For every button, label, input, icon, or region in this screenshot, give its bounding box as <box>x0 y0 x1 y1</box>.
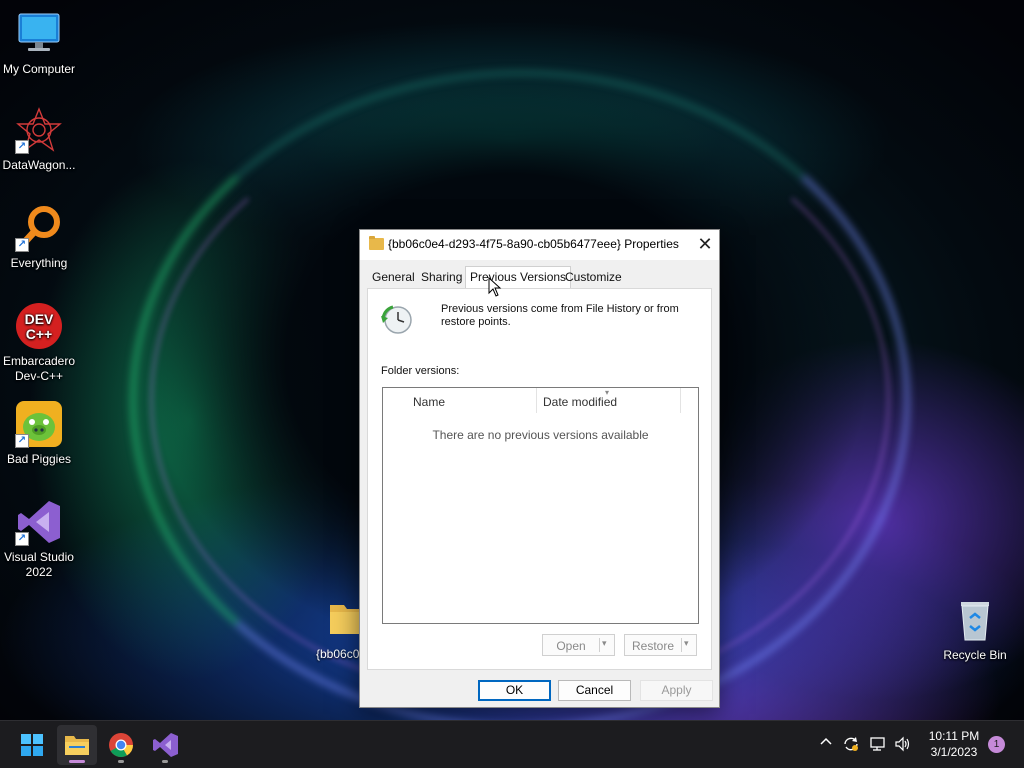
datawagon-icon: ↗ <box>15 106 63 154</box>
shortcut-arrow-icon: ↗ <box>15 434 29 448</box>
desktop-icon-label: Embarcadero Dev-C++ <box>2 354 76 383</box>
restore-split-button[interactable]: Restore ▾ <box>624 634 697 656</box>
running-indicator <box>162 760 168 763</box>
notification-badge[interactable]: 1 <box>988 736 1005 753</box>
network-icon[interactable] <box>868 735 888 756</box>
tab-customize[interactable]: Customize <box>565 270 622 284</box>
mouse-cursor-icon <box>488 276 502 297</box>
taskbar-visual-studio[interactable] <box>145 725 185 765</box>
desktop-folder-label: {bb06c0 <box>316 647 360 661</box>
active-indicator <box>69 760 85 763</box>
split-divider <box>599 638 600 652</box>
clock-date: 3/1/2023 <box>930 745 978 759</box>
tab-previous-versions[interactable]: Previous Versions <box>465 266 572 289</box>
sync-icon[interactable] <box>841 735 861 756</box>
magnifier-icon: ↗ <box>15 204 63 252</box>
info-text: Previous versions come from File History… <box>441 303 679 328</box>
tab-sharing[interactable]: Sharing <box>421 270 462 284</box>
close-button[interactable]: ✕ <box>691 230 719 260</box>
cancel-button[interactable]: Cancel <box>558 680 631 701</box>
recycle-bin-icon <box>951 596 999 644</box>
column-header-date-modified[interactable]: Date modified <box>543 395 617 409</box>
taskbar-chrome[interactable] <box>101 725 141 765</box>
monitor-icon <box>15 10 63 58</box>
desktop-icon-label: Visual Studio 2022 <box>4 550 74 579</box>
visual-studio-icon <box>153 733 178 757</box>
devcpp-icon-text-bottom: C++ <box>26 326 52 342</box>
devcpp-icon-text-top: DEV <box>25 311 54 327</box>
taskbar-file-explorer[interactable] <box>57 725 97 765</box>
column-header-name[interactable]: Name <box>413 395 445 409</box>
chrome-icon <box>109 733 133 758</box>
desktop-icon-devcpp[interactable]: DEV C++ Embarcadero Dev-C++ <box>0 302 78 384</box>
desktop-icon-datawagon[interactable]: ↗ DataWagon... <box>0 106 78 173</box>
desktop-icon-label: My Computer <box>2 62 76 76</box>
folder-versions-label: Folder versions: <box>381 365 460 377</box>
folder-icon <box>369 236 384 250</box>
windows-logo-icon <box>21 734 43 756</box>
start-button[interactable] <box>12 725 52 765</box>
clock-time: 10:11 PM <box>928 729 980 743</box>
shortcut-arrow-icon: ↗ <box>15 140 29 154</box>
empty-list-message: There are no previous versions available <box>432 428 649 442</box>
shortcut-arrow-icon: ↗ <box>15 532 29 546</box>
taskbar-clock[interactable]: 10:11 PM 3/1/2023 <box>922 728 986 760</box>
desktop-icon-visual-studio[interactable]: ↗ Visual Studio 2022 <box>0 498 78 580</box>
visual-studio-icon: ↗ <box>15 498 63 546</box>
devcpp-icon: DEV C++ <box>15 302 63 350</box>
clock-restore-icon <box>381 304 413 336</box>
tab-strip: General Sharing Previous Versions Custom… <box>360 266 719 289</box>
desktop-icon-my-computer[interactable]: My Computer <box>0 10 78 77</box>
desktop-icon-label: Bad Piggies <box>6 452 72 466</box>
file-explorer-icon <box>65 736 89 755</box>
open-split-button[interactable]: Open ▾ <box>542 634 615 656</box>
bad-piggies-icon: ↗ <box>15 400 63 448</box>
previous-versions-panel: Previous versions come from File History… <box>367 288 712 670</box>
dialog-titlebar[interactable]: {bb06c0e4-d293-4f75-8a90-cb05b6477eee} P… <box>360 230 719 260</box>
dialog-title: {bb06c0e4-d293-4f75-8a90-cb05b6477eee} P… <box>388 237 679 251</box>
chevron-down-icon[interactable]: ▾ <box>602 638 607 649</box>
desktop-icon-label: Recycle Bin <box>943 648 1007 662</box>
chevron-down-icon[interactable]: ▾ <box>684 638 689 649</box>
desktop-icon-label: DataWagon... <box>2 158 76 172</box>
desktop-icon-label: Everything <box>10 256 68 270</box>
desktop-icon-recycle-bin[interactable]: Recycle Bin <box>936 596 1014 663</box>
ok-button[interactable]: OK <box>478 680 551 701</box>
column-divider[interactable] <box>680 388 681 413</box>
desktop-icon-everything[interactable]: ↗ Everything <box>0 204 78 271</box>
apply-button[interactable]: Apply <box>640 680 713 701</box>
folder-versions-list[interactable]: ▾ Name Date modified There are no previo… <box>382 387 699 624</box>
volume-icon[interactable] <box>893 735 913 756</box>
shortcut-arrow-icon: ↗ <box>15 238 29 252</box>
desktop-icon-bad-piggies[interactable]: ↗ Bad Piggies <box>0 400 78 467</box>
column-divider[interactable] <box>536 388 537 413</box>
tab-general[interactable]: General <box>372 270 415 284</box>
running-indicator <box>118 760 124 763</box>
properties-dialog: {bb06c0e4-d293-4f75-8a90-cb05b6477eee} P… <box>359 229 720 708</box>
split-divider <box>681 638 682 652</box>
restore-button-label: Restore <box>631 639 675 653</box>
open-button-label: Open <box>556 639 586 653</box>
show-hidden-icons-chevron-icon[interactable] <box>816 733 836 749</box>
